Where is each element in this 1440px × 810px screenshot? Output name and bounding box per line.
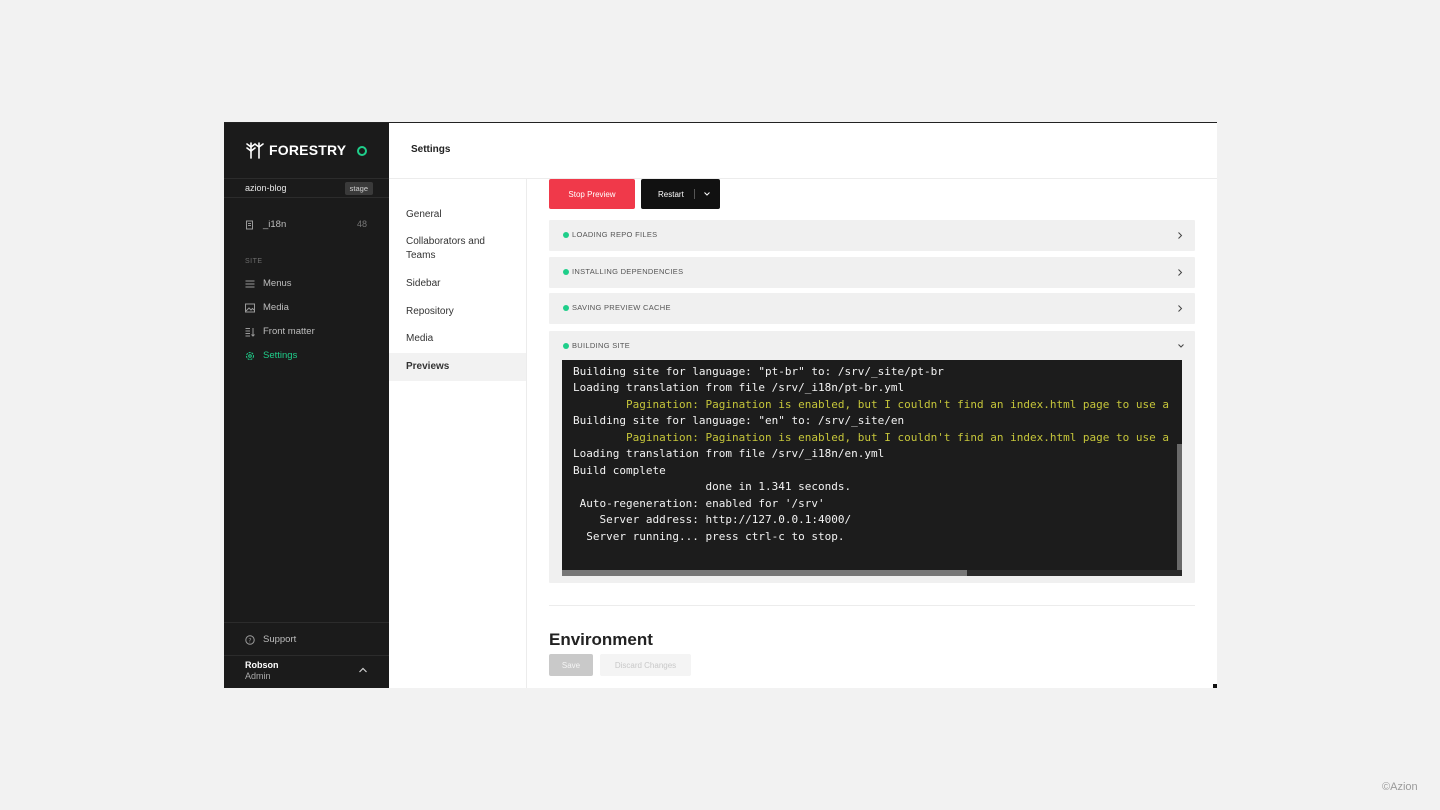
button-divider <box>694 189 695 199</box>
sidebar-item-label: Media <box>263 302 289 313</box>
gear-icon <box>246 351 254 360</box>
save-button[interactable]: Save <box>549 654 593 676</box>
page-title: Settings <box>411 144 451 155</box>
section-divider <box>549 605 1195 606</box>
settings-nav-repository[interactable]: Repository <box>389 305 526 319</box>
user-role: Admin <box>245 671 271 681</box>
sidebar-item-label: _i18n <box>263 219 287 230</box>
front-matter-icon <box>245 327 255 337</box>
sidebar-item-media[interactable]: Media <box>245 302 289 313</box>
brand-name: FORESTRY <box>269 142 347 158</box>
chevron-right-icon <box>1178 232 1183 239</box>
settings-nav-general[interactable]: General <box>389 208 526 222</box>
step-label[interactable]: BUILDING SITE <box>572 341 630 350</box>
log-line: Building site for language: "en" to: /sr… <box>573 414 905 427</box>
menu-icon <box>245 280 255 287</box>
brand-logo[interactable]: FORESTRY <box>245 139 346 161</box>
site-selector[interactable]: azion-blog stage <box>224 178 389 198</box>
app-window: FORESTRY azion-blog stage _i18n 48 SITE … <box>224 122 1217 688</box>
corner-mark <box>1213 684 1217 688</box>
settings-nav-previews[interactable]: Previews <box>389 353 526 381</box>
log-line: Pagination: Pagination is enabled, but I… <box>573 430 1170 444</box>
discard-changes-button[interactable]: Discard Changes <box>600 654 691 676</box>
sidebar-item-label: Menus <box>263 278 292 289</box>
support-label: Support <box>263 634 297 645</box>
restart-button[interactable]: Restart <box>641 179 720 209</box>
build-log: Pagination: Pagination is enabled, but I… <box>573 360 1169 545</box>
environment-title: Environment <box>549 630 653 649</box>
log-line: done in 1.341 seconds. <box>573 480 852 493</box>
previews-panel: Stop Preview Restart LOADING REPO FILES … <box>527 179 1217 688</box>
horizontal-scrollbar[interactable] <box>562 570 967 576</box>
top-bar: Settings <box>389 123 1217 179</box>
step-loading-repo-files[interactable]: LOADING REPO FILES <box>549 220 1195 251</box>
stop-preview-button[interactable]: Stop Preview <box>549 179 635 209</box>
sidebar-item-label: Front matter <box>263 326 315 337</box>
chevron-up-icon[interactable] <box>358 666 368 674</box>
sidebar-item-settings[interactable]: Settings <box>245 350 297 361</box>
sidebar-item-i18n[interactable]: _i18n <box>245 219 286 230</box>
support-link[interactable]: ? Support <box>245 634 296 645</box>
user-name: Robson <box>245 660 279 670</box>
log-line: Loading translation from file /srv/_i18n… <box>573 447 885 460</box>
chevron-right-icon <box>1178 269 1183 276</box>
sidebar-item-front-matter[interactable]: Front matter <box>245 326 315 337</box>
settings-nav-media[interactable]: Media <box>389 332 526 346</box>
log-line: Pagination: Pagination is enabled, but I… <box>573 397 1170 411</box>
step-label: LOADING REPO FILES <box>572 230 658 239</box>
log-line: Pagination: Pagination is enabled, but I… <box>573 360 1169 364</box>
vertical-scrollbar[interactable] <box>1177 444 1182 570</box>
sidebar-divider <box>224 622 389 623</box>
build-log-terminal[interactable]: Pagination: Pagination is enabled, but I… <box>562 360 1182 576</box>
sidebar-item-label: Settings <box>263 350 298 361</box>
step-saving-preview-cache[interactable]: SAVING PREVIEW CACHE <box>549 293 1195 324</box>
log-line: Loading translation from file /srv/_i18n… <box>573 381 905 394</box>
step-status-dot <box>563 269 569 275</box>
settings-nav-collaborators[interactable]: Collaborators and Teams <box>389 235 509 263</box>
restart-label: Restart <box>658 189 684 199</box>
log-line: Auto-regeneration: enabled for '/srv' <box>573 496 825 510</box>
collection-count: 48 <box>356 219 367 229</box>
settings-nav-sidebar[interactable]: Sidebar <box>389 277 526 291</box>
step-installing-dependencies[interactable]: INSTALLING DEPENDENCIES <box>549 257 1195 288</box>
settings-nav: General Collaborators and Teams Sidebar … <box>389 179 527 688</box>
image-icon <box>245 303 255 312</box>
step-status-dot <box>563 343 569 349</box>
step-label: INSTALLING DEPENDENCIES <box>572 267 684 276</box>
help-icon: ? <box>245 634 255 645</box>
watermark: ©Azion <box>1382 781 1418 793</box>
svg-text:?: ? <box>248 637 251 644</box>
step-status-dot <box>563 232 569 238</box>
step-building-site: BUILDING SITE Pagination: Pagination is … <box>549 331 1195 583</box>
site-name: azion-blog <box>245 183 287 193</box>
sidebar-divider <box>224 655 389 656</box>
chevron-right-icon <box>1178 305 1183 312</box>
log-line: Build complete <box>573 463 666 477</box>
env-badge: stage <box>344 182 373 195</box>
log-line: Building site for language: "pt-br" to: … <box>573 364 944 378</box>
log-line: Server address: http://127.0.0.1:4000/ <box>573 513 852 526</box>
document-stack-icon <box>246 220 253 229</box>
forestry-logo-icon <box>246 142 264 159</box>
step-label: SAVING PREVIEW CACHE <box>572 303 671 312</box>
chevron-down-icon[interactable] <box>1177 343 1185 349</box>
chevron-down-icon[interactable] <box>703 190 711 198</box>
sidebar: FORESTRY azion-blog stage _i18n 48 SITE … <box>224 123 389 688</box>
log-line: Server running... press ctrl-c to stop. <box>573 529 845 543</box>
sidebar-section-title: SITE <box>245 258 263 265</box>
sidebar-item-menus[interactable]: Menus <box>245 278 292 289</box>
preview-status-icon[interactable] <box>357 146 367 156</box>
step-status-dot <box>563 305 569 311</box>
